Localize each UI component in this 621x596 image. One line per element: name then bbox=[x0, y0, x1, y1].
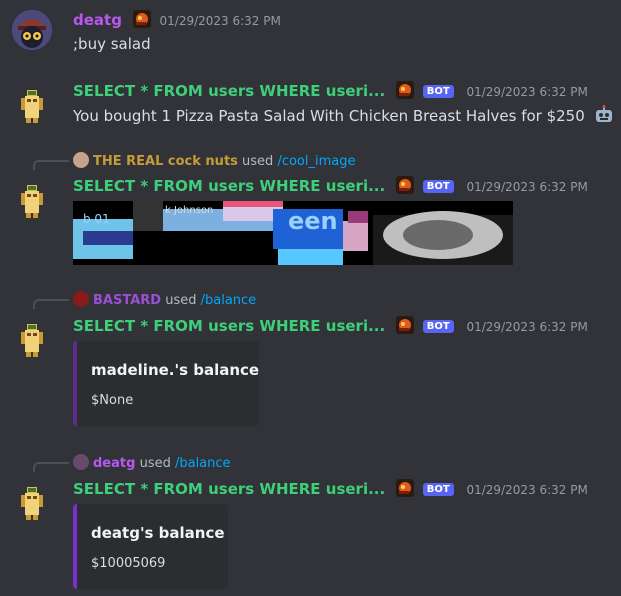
reply-used-label: used bbox=[242, 154, 274, 169]
role-icon bbox=[132, 10, 151, 28]
image-attachment[interactable]: b 01 een k Johnson bbox=[73, 201, 513, 265]
timestamp: 01/29/2023 6:32 PM bbox=[466, 85, 588, 99]
reply-user-avatar bbox=[73, 291, 89, 307]
bot-avatar[interactable] bbox=[12, 482, 52, 522]
reply-user[interactable]: THE REAL cock nuts bbox=[93, 154, 238, 169]
bot-avatar-icon bbox=[21, 90, 43, 123]
bot-avatar[interactable] bbox=[12, 85, 52, 125]
reply-spine bbox=[33, 160, 69, 170]
bot-avatar[interactable] bbox=[12, 319, 52, 359]
svg-text:b 01: b 01 bbox=[83, 212, 110, 226]
embed-title: madeline.'s balance bbox=[91, 361, 260, 379]
reply-used-label: used bbox=[139, 456, 171, 471]
bot-badge: BOT bbox=[422, 85, 454, 98]
role-icon bbox=[395, 176, 414, 194]
bot-avatar-icon bbox=[21, 324, 43, 357]
balance-embed: deatg's balance $10005069 bbox=[73, 504, 228, 589]
embed-value: $10005069 bbox=[91, 556, 166, 571]
reply-user[interactable]: deatg bbox=[93, 456, 135, 471]
image-caption-text: k Johnson bbox=[165, 205, 214, 216]
author-name[interactable]: SELECT * FROM users WHERE useri... bbox=[73, 480, 385, 498]
reply-command[interactable]: /balance bbox=[201, 293, 257, 308]
robot-face-icon bbox=[594, 105, 614, 125]
timestamp: 01/29/2023 6:32 PM bbox=[466, 483, 588, 497]
timestamp: 01/29/2023 6:32 PM bbox=[466, 320, 588, 334]
author-name[interactable]: deatg bbox=[73, 11, 122, 29]
reply-user-avatar bbox=[73, 152, 89, 168]
reply-context[interactable]: THE REAL cock nuts used /cool_image bbox=[73, 152, 356, 169]
balance-embed: madeline.'s balance $None bbox=[73, 341, 259, 426]
reply-user-avatar bbox=[73, 454, 89, 470]
message-content: ;buy salad bbox=[73, 35, 151, 53]
reply-command[interactable]: /balance bbox=[175, 456, 231, 471]
author-name[interactable]: SELECT * FROM users WHERE useri... bbox=[73, 82, 385, 100]
bot-badge: BOT bbox=[422, 483, 454, 496]
bot-avatar-icon bbox=[21, 185, 43, 218]
role-icon bbox=[395, 316, 414, 334]
user-avatar[interactable] bbox=[12, 10, 52, 50]
bot-avatar-icon bbox=[21, 487, 43, 520]
bot-badge: BOT bbox=[422, 180, 454, 193]
reply-spine bbox=[33, 462, 69, 472]
glitch-image: b 01 een bbox=[73, 201, 513, 265]
author-name[interactable]: SELECT * FROM users WHERE useri... bbox=[73, 317, 385, 335]
reply-used-label: used bbox=[165, 293, 197, 308]
reply-context[interactable]: BASTARD used /balance bbox=[73, 291, 256, 308]
reply-user[interactable]: BASTARD bbox=[93, 293, 161, 308]
cat-avatar-icon bbox=[12, 10, 52, 50]
embed-value: $None bbox=[91, 393, 134, 408]
reply-spine bbox=[33, 299, 69, 309]
timestamp: 01/29/2023 6:32 PM bbox=[466, 180, 588, 194]
svg-text:een: een bbox=[288, 207, 338, 235]
bot-avatar[interactable] bbox=[12, 180, 52, 220]
role-icon bbox=[395, 81, 414, 99]
bot-badge: BOT bbox=[422, 320, 454, 333]
role-icon bbox=[395, 479, 414, 497]
reply-command[interactable]: /cool_image bbox=[277, 154, 355, 169]
timestamp: 01/29/2023 6:32 PM bbox=[159, 14, 281, 28]
author-name[interactable]: SELECT * FROM users WHERE useri... bbox=[73, 177, 385, 195]
message-text: You bought 1 Pizza Pasta Salad With Chic… bbox=[73, 107, 585, 125]
message-content: You bought 1 Pizza Pasta Salad With Chic… bbox=[73, 105, 614, 125]
embed-title: deatg's balance bbox=[91, 524, 225, 542]
reply-context[interactable]: deatg used /balance bbox=[73, 454, 231, 471]
